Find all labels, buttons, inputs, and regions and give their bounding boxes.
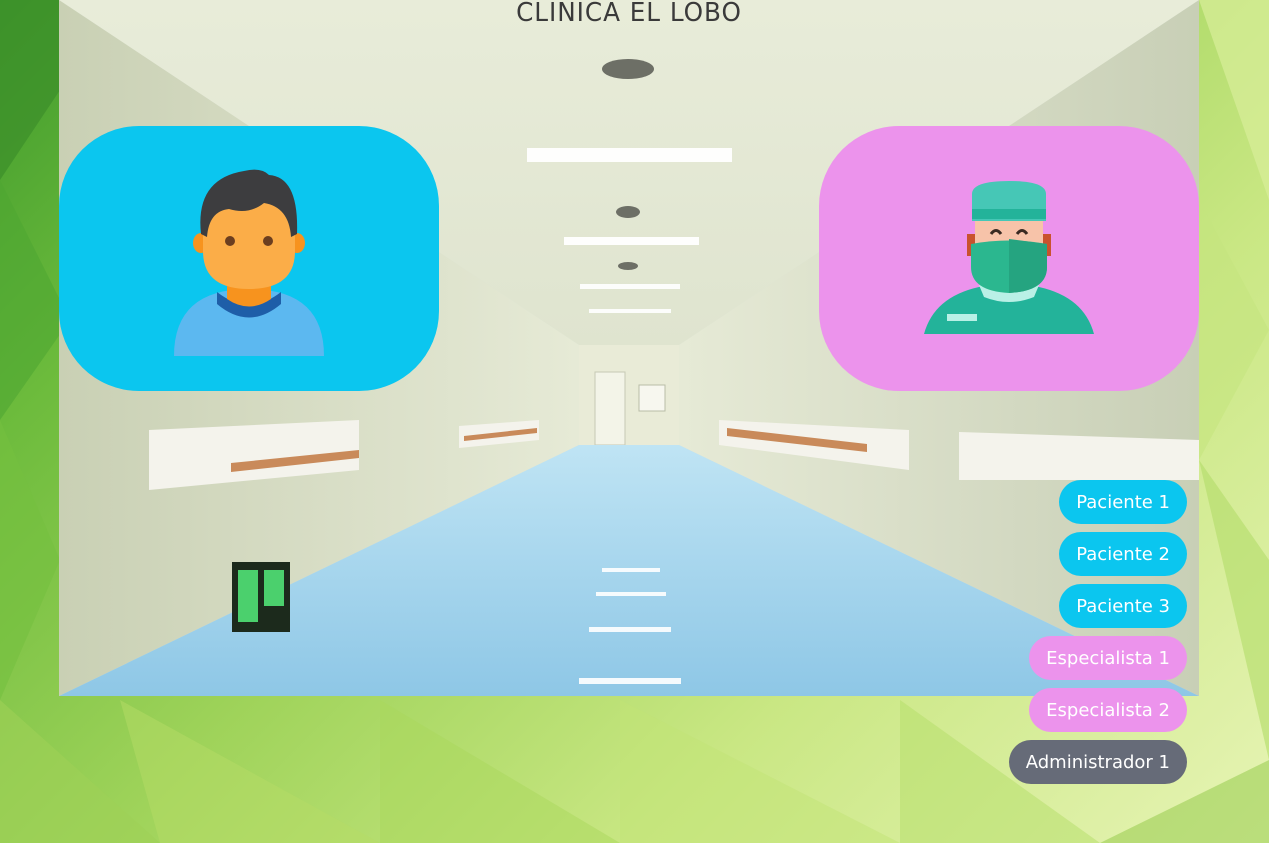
patient-avatar-icon	[174, 169, 324, 356]
surgeon-avatar-icon	[924, 180, 1094, 334]
paciente-1-button[interactable]: Paciente 1	[1059, 480, 1187, 524]
administrador-1-button[interactable]: Administrador 1	[1008, 740, 1187, 784]
specialist-card[interactable]	[819, 126, 1199, 391]
patient-card[interactable]	[59, 126, 439, 391]
especialista-1-button[interactable]: Especialista 1	[1029, 636, 1187, 680]
paciente-2-button[interactable]: Paciente 2	[1059, 532, 1187, 576]
especialista-2-button[interactable]: Especialista 2	[1029, 688, 1187, 732]
paciente-3-button[interactable]: Paciente 3	[1059, 584, 1187, 628]
page-title: CLINICA EL LOBO	[516, 0, 742, 28]
